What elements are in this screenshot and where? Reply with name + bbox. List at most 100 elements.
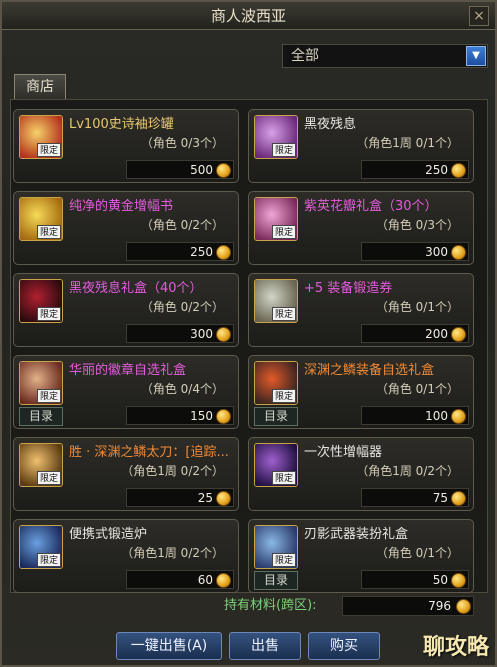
price-box: 100 [361, 406, 469, 425]
materials-amount: 796 [428, 599, 451, 613]
item-card[interactable]: 限定 一次性增幅器 （角色1周 0/2个） 75 [248, 437, 474, 511]
materials-label: 持有材料(跨区): [224, 598, 317, 613]
limited-tag: 限定 [272, 225, 296, 239]
purchase-limit: （角色1周 0/1个） [356, 136, 459, 150]
item-card[interactable]: 限定 黑夜残息 （角色1周 0/1个） 250 [248, 109, 474, 183]
item-card[interactable]: 限定 +5 装备锻造券 （角色 0/1个） 200 [248, 273, 474, 347]
forge-ticket-icon[interactable]: 限定 [254, 279, 298, 323]
coin-icon [451, 163, 466, 178]
limited-tag: 限定 [37, 143, 61, 157]
merchant-window: 商人波西亚 × 全部 ▼ 商店 限定 Lv100史诗袖珍罐 （角色 0/3个） 500… [0, 0, 497, 667]
item-name: 黑夜残息礼盒（40个） [69, 281, 203, 296]
item-name: 便携式锻造炉 [69, 527, 148, 542]
amplifier-icon[interactable]: 限定 [254, 443, 298, 487]
coin-icon [216, 327, 231, 342]
price-box: 300 [126, 324, 234, 343]
item-card[interactable]: 限定目录 华丽的徽章自选礼盒 （角色 0/4个） 150 [13, 355, 239, 429]
coin-icon [216, 245, 231, 260]
item-price: 250 [425, 163, 448, 177]
purchase-limit: （角色 0/2个） [140, 218, 224, 232]
item-price: 300 [190, 327, 213, 341]
purchase-limit: （角色 0/1个） [375, 382, 459, 396]
purchase-limit: （角色1周 0/2个） [121, 464, 224, 478]
item-name: 华丽的徽章自选礼盒 [69, 363, 187, 378]
item-card[interactable]: 限定 纯净的黄金增幅书 （角色 0/2个） 250 [13, 191, 239, 265]
item-card[interactable]: 限定胜 · 深渊之鳞太刀：[追踪... （角色1周 0/2个） 25 [13, 437, 239, 511]
weapon-avatar-box-icon[interactable]: 限定 [254, 525, 298, 569]
buy-button[interactable]: 购买 [308, 632, 380, 660]
sell-all-button[interactable]: 一键出售(A) [116, 632, 222, 660]
item-name: 胜 · 深渊之鳞太刀：[追踪... [69, 445, 229, 460]
purchase-limit: （角色 0/3个） [375, 218, 459, 232]
purchase-limit: （角色1周 0/2个） [121, 546, 224, 560]
price-box: 60 [126, 570, 234, 589]
price-box: 300 [361, 242, 469, 261]
item-name: Lv100史诗袖珍罐 [69, 117, 174, 132]
night-remnant-icon[interactable]: 限定 [254, 115, 298, 159]
item-price: 50 [432, 573, 448, 587]
close-button[interactable]: × [469, 6, 489, 26]
limited-tag: 限定 [37, 389, 61, 403]
limited-tag: 限定 [272, 471, 296, 485]
limited-tag: 限定 [37, 553, 61, 567]
limited-tag: 限定 [272, 143, 296, 157]
purchase-limit: （角色 0/4个） [140, 382, 224, 396]
catalog-button[interactable]: 目录 [19, 407, 63, 426]
tab-shop[interactable]: 商店 [14, 74, 66, 100]
item-card[interactable]: 限定 黑夜残息礼盒（40个） （角色 0/2个） 300 [13, 273, 239, 347]
price-box: 200 [361, 324, 469, 343]
item-price: 250 [190, 245, 213, 259]
sell-button[interactable]: 出售 [229, 632, 301, 660]
item-name: 刃影武器装扮礼盒 [304, 527, 409, 542]
item-name: 纯净的黄金增幅书 [69, 199, 174, 214]
item-card[interactable]: 限定 目录 刃影武器装扮礼盒 （角色 0/1个） 50 [248, 519, 474, 593]
item-price: 25 [197, 491, 213, 505]
limited-tag: 限定 [37, 471, 61, 485]
item-price: 500 [190, 163, 213, 177]
coin-icon [451, 491, 466, 506]
katana-icon[interactable]: 限定 [19, 443, 63, 487]
catalog-button[interactable]: 目录 [254, 571, 298, 590]
price-box: 500 [126, 160, 234, 179]
price-box: 25 [126, 488, 234, 507]
item-price: 100 [425, 409, 448, 423]
filter-value: 全部 [291, 48, 319, 64]
item-name: 深渊之鳞装备自选礼盒 [304, 363, 435, 378]
coin-icon [216, 163, 231, 178]
gold-jar-icon[interactable]: 限定 [19, 115, 63, 159]
price-box: 50 [361, 570, 469, 589]
night-box-icon[interactable]: 限定 [19, 279, 63, 323]
coin-icon [451, 245, 466, 260]
category-filter-dropdown[interactable]: 全部 ▼ [282, 44, 488, 68]
limited-tag: 限定 [37, 225, 61, 239]
price-box: 250 [126, 242, 234, 261]
item-name: +5 装备锻造券 [304, 281, 393, 296]
golden-book-icon[interactable]: 限定 [19, 197, 63, 241]
item-card[interactable]: 限定 Lv100史诗袖珍罐 （角色 0/3个） 500 [13, 109, 239, 183]
purchase-limit: （角色 0/2个） [140, 300, 224, 314]
emblem-box-icon[interactable]: 限定 [19, 361, 63, 405]
price-box: 250 [361, 160, 469, 179]
price-box: 75 [361, 488, 469, 507]
item-card[interactable]: 限定 紫英花瓣礼盒（30个） （角色 0/3个） 300 [248, 191, 474, 265]
item-card[interactable]: 限定 便携式锻造炉 （角色1周 0/2个） 60 [13, 519, 239, 593]
forge-furnace-icon[interactable]: 限定 [19, 525, 63, 569]
item-price: 60 [197, 573, 213, 587]
item-name: 一次性增幅器 [304, 445, 383, 460]
petal-box-icon[interactable]: 限定 [254, 197, 298, 241]
limited-tag: 限定 [272, 307, 296, 321]
purchase-limit: （角色 0/1个） [375, 300, 459, 314]
coin-icon [216, 409, 231, 424]
catalog-button[interactable]: 目录 [254, 407, 298, 426]
chevron-down-icon[interactable]: ▼ [466, 46, 486, 66]
limited-tag: 限定 [272, 553, 296, 567]
item-price: 200 [425, 327, 448, 341]
price-box: 150 [126, 406, 234, 425]
abyss-equip-box-icon[interactable]: 限定 [254, 361, 298, 405]
item-card[interactable]: 限定目录 深渊之鳞装备自选礼盒 （角色 0/1个） 100 [248, 355, 474, 429]
coin-icon [451, 327, 466, 342]
item-price: 150 [190, 409, 213, 423]
watermark: 聊攻略 [422, 635, 489, 660]
item-name: 黑夜残息 [304, 117, 357, 132]
coin-icon [451, 409, 466, 424]
